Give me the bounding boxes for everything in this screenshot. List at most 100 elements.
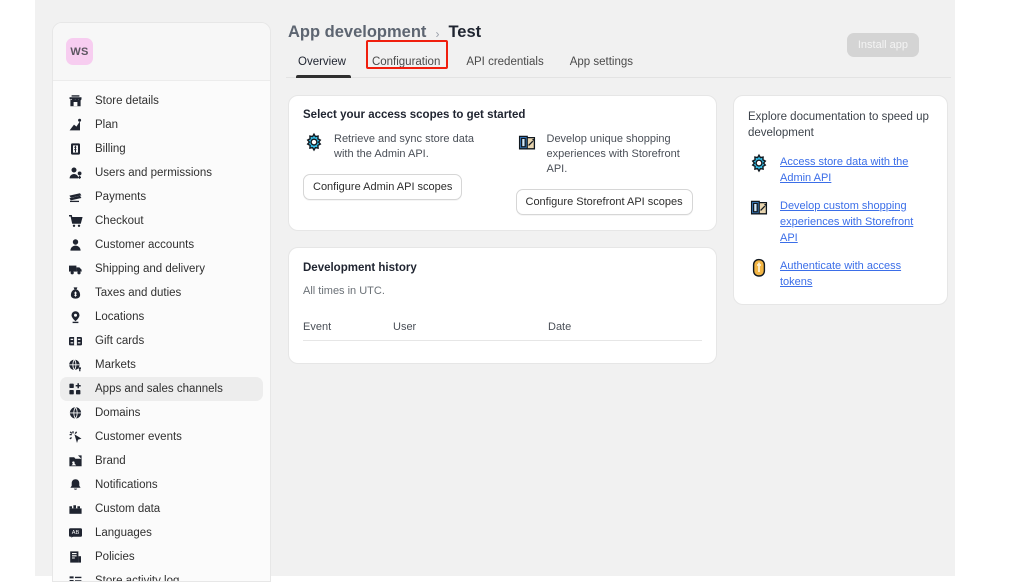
sidebar-item-label: Policies [95, 551, 135, 563]
tab-configuration[interactable]: Configuration [359, 56, 453, 77]
languages-icon: AB [67, 526, 84, 541]
storefront-api-description: Develop unique shopping experiences with… [547, 132, 703, 177]
avatar[interactable]: WS [66, 38, 93, 65]
sidebar-item-label: Apps and sales channels [95, 383, 223, 395]
sidebar-item-notifications[interactable]: Notifications [60, 473, 263, 497]
sidebar-item-shipping-and-delivery[interactable]: Shipping and delivery [60, 257, 263, 281]
access-scopes-title: Select your access scopes to get started [303, 109, 702, 121]
configure-storefront-api-scopes-button[interactable]: Configure Storefront API scopes [516, 189, 693, 215]
sidebar-item-label: Taxes and duties [95, 287, 181, 299]
access-scopes-card: Select your access scopes to get started [288, 95, 717, 231]
sidebar-item-plan[interactable]: Plan [60, 113, 263, 137]
storefront-api-scope: Develop unique shopping experiences with… [516, 132, 703, 215]
development-history-title: Development history [303, 262, 702, 274]
sidebar-item-brand[interactable]: Brand [60, 449, 263, 473]
documentation-link[interactable]: Authenticate with access tokens [780, 257, 933, 290]
sidebar-nav: Store details Plan Billing Users and permis… [53, 81, 270, 582]
documentation-title: Explore documentation to speed up develo… [748, 109, 933, 141]
breadcrumb: App development › Test [286, 0, 955, 34]
brand-icon [67, 454, 84, 469]
documentation-links: Access store data with the Admin API Deve… [748, 153, 933, 290]
billing-icon [67, 142, 84, 157]
sidebar-item-label: Customer accounts [95, 239, 194, 251]
documentation-link-row: Authenticate with access tokens [748, 257, 933, 290]
policies-icon [67, 550, 84, 565]
customer-accounts-icon [67, 238, 84, 253]
breadcrumb-parent[interactable]: App development [288, 23, 426, 42]
table-header-row: Event User Date [303, 321, 702, 340]
sidebar-item-label: Users and permissions [95, 167, 212, 179]
plan-icon [67, 118, 84, 133]
documentation-link-row: Access store data with the Admin API [748, 153, 933, 186]
sidebar-item-label: Markets [95, 359, 136, 371]
sidebar-item-markets[interactable]: Markets [60, 353, 263, 377]
sidebar-item-label: Gift cards [95, 335, 144, 347]
sidebar-item-taxes-and-duties[interactable]: Taxes and duties [60, 281, 263, 305]
sidebar-item-customer-events[interactable]: Customer events [60, 425, 263, 449]
sidebar-header: WS [53, 23, 270, 81]
admin-api-scope: Retrieve and sync store data with the Ad… [303, 132, 490, 215]
sidebar-item-label: Domains [95, 407, 140, 419]
tab-api-credentials[interactable]: API credentials [453, 56, 556, 77]
sidebar-item-label: Brand [95, 455, 126, 467]
sidebar-item-label: Notifications [95, 479, 158, 491]
sidebar-item-label: Locations [95, 311, 144, 323]
markets-globe-icon [67, 358, 84, 373]
column-header-date: Date [548, 321, 702, 333]
sidebar-item-label: Checkout [95, 215, 144, 227]
sidebar-item-custom-data[interactable]: Custom data [60, 497, 263, 521]
domains-globe-icon [67, 406, 84, 421]
page-title: Test [448, 23, 481, 42]
sidebar-item-policies[interactable]: Policies [60, 545, 263, 569]
chevron-right-icon: › [435, 25, 439, 41]
gear-icon [748, 153, 770, 175]
users-icon [67, 166, 84, 181]
admin-page: WS Store details Plan Billing Users and per… [35, 0, 955, 576]
storefront-icon [516, 132, 538, 154]
tab-app-settings[interactable]: App settings [557, 56, 646, 77]
sidebar-item-store-details[interactable]: Store details [60, 89, 263, 113]
sidebar-item-label: Plan [95, 119, 118, 131]
sidebar-item-label: Store details [95, 95, 159, 107]
column-header-user: User [393, 321, 548, 333]
admin-api-description: Retrieve and sync store data with the Ad… [334, 132, 490, 162]
sidebar-item-domains[interactable]: Domains [60, 401, 263, 425]
token-icon [748, 257, 770, 279]
sidebar-item-billing[interactable]: Billing [60, 137, 263, 161]
documentation-card: Explore documentation to speed up develo… [733, 95, 948, 305]
payments-icon [67, 190, 84, 205]
right-column: Explore documentation to speed up develo… [733, 95, 948, 364]
sidebar-item-label: Custom data [95, 503, 160, 515]
sidebar-item-locations[interactable]: Locations [60, 305, 263, 329]
documentation-link[interactable]: Access store data with the Admin API [780, 153, 933, 186]
sidebar-item-users-and-permissions[interactable]: Users and permissions [60, 161, 263, 185]
sidebar-item-payments[interactable]: Payments [60, 185, 263, 209]
main-content: App development › Test Install app Overv… [286, 0, 955, 576]
documentation-link[interactable]: Develop custom shopping experiences with… [780, 197, 933, 246]
sidebar-item-checkout[interactable]: Checkout [60, 209, 263, 233]
store-icon [67, 94, 84, 109]
shipping-truck-icon [67, 262, 84, 277]
activity-log-icon [67, 574, 84, 582]
sidebar: WS Store details Plan Billing Users and per… [52, 22, 271, 582]
left-column: Select your access scopes to get started [288, 95, 717, 364]
tab-overview[interactable]: Overview [288, 56, 359, 77]
column-header-event: Event [303, 321, 393, 333]
sidebar-item-apps-and-sales-channels[interactable]: Apps and sales channels [60, 377, 263, 401]
apps-icon [67, 382, 84, 397]
custom-data-icon [67, 502, 84, 517]
table-empty-row [303, 341, 702, 371]
sidebar-item-customer-accounts[interactable]: Customer accounts [60, 233, 263, 257]
documentation-link-row: Develop custom shopping experiences with… [748, 197, 933, 246]
configure-admin-api-scopes-button[interactable]: Configure Admin API scopes [303, 174, 462, 200]
sidebar-item-label: Languages [95, 527, 152, 539]
gift-card-icon [67, 334, 84, 349]
development-history-table: Event User Date [303, 321, 702, 371]
sidebar-item-label: Billing [95, 143, 126, 155]
bell-icon [67, 478, 84, 493]
sidebar-item-gift-cards[interactable]: Gift cards [60, 329, 263, 353]
sidebar-item-languages[interactable]: AB Languages [60, 521, 263, 545]
sidebar-item-label: Payments [95, 191, 146, 203]
location-pin-icon [67, 310, 84, 325]
sidebar-item-label: Store activity log [95, 575, 179, 582]
